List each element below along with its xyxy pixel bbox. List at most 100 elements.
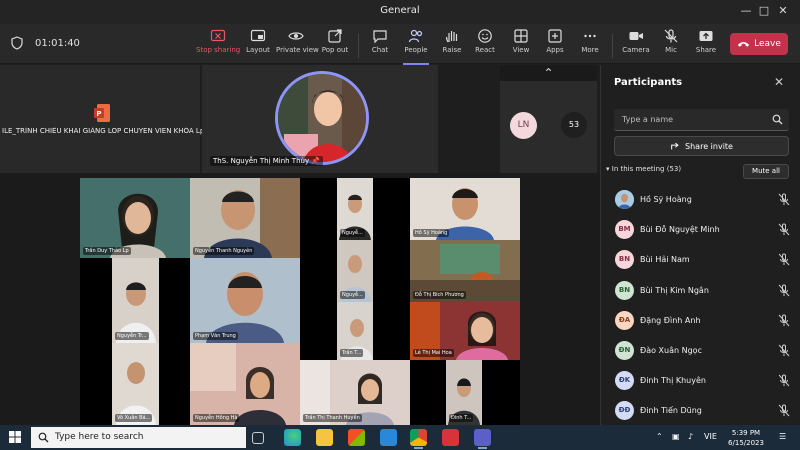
more-button[interactable]: More: [578, 28, 602, 62]
smile-icon: [478, 29, 492, 43]
participant-row[interactable]: BN Bùi Thị Kim Ngân: [601, 276, 800, 306]
speaker-name-label: ThS. Nguyễn Thị Minh Thùy 📌: [210, 156, 324, 166]
chrome-icon[interactable]: [410, 429, 427, 449]
video-tile[interactable]: Đỗ Thị Bích Phương: [410, 240, 520, 302]
video-tile[interactable]: Trần Duy Thảo Lp: [80, 178, 190, 258]
share-arrow-icon: [671, 142, 679, 150]
search-icon: [772, 114, 783, 125]
participant-row[interactable]: BM Bùi Đỗ Nguyệt Minh: [601, 215, 800, 245]
hang-up-icon: [738, 42, 750, 47]
store-icon[interactable]: [348, 429, 365, 446]
mute-all-button[interactable]: Mute all: [743, 164, 789, 179]
stop-sharing-button[interactable]: Stop sharing: [196, 28, 240, 62]
mic-off-icon[interactable]: [778, 193, 790, 206]
mic-off-icon[interactable]: [778, 223, 790, 236]
avatar: ĐA: [615, 310, 634, 330]
task-view-icon[interactable]: [252, 432, 264, 444]
video-tile[interactable]: Đinh T...: [446, 360, 482, 425]
grid-icon: [514, 29, 528, 43]
raise-hand-button[interactable]: Raise: [440, 28, 464, 62]
participant-row[interactable]: BN Bùi Hải Nam: [601, 245, 800, 275]
people-button[interactable]: People: [401, 28, 431, 65]
system-clock[interactable]: 5:39 PM 6/15/2023: [722, 428, 770, 448]
taskbar-search-input[interactable]: Type here to search: [31, 427, 246, 448]
chat-icon: [373, 30, 387, 44]
participant-row[interactable]: ĐN Đào Xuân Ngọc: [601, 336, 800, 366]
shared-content-tile[interactable]: P ILE_TRÌNH CHIẾU KHAI GIẢNG LOP CHUYEN …: [0, 65, 209, 173]
input-language[interactable]: VIE: [704, 432, 717, 441]
people-icon: [408, 29, 423, 43]
mic-off-icon[interactable]: [778, 253, 790, 266]
teams-icon[interactable]: [474, 429, 491, 449]
app-icon[interactable]: [442, 429, 459, 446]
title-bar: General — □ ✕: [0, 0, 800, 24]
participant-video: [190, 178, 300, 258]
participant-video: [112, 258, 159, 343]
maximize-icon[interactable]: □: [756, 3, 772, 19]
windows-start-icon[interactable]: [9, 431, 21, 443]
layout-icon: [250, 29, 266, 42]
video-tile[interactable]: Nguyễ...: [337, 240, 373, 302]
avatar[interactable]: LN: [510, 112, 537, 139]
overflow-tile: ⌃ LN 53: [500, 65, 597, 173]
video-tile[interactable]: Nguyễ...: [337, 178, 373, 240]
participant-search-input[interactable]: Type a name: [614, 109, 789, 131]
file-explorer-icon[interactable]: [316, 429, 333, 446]
video-tile[interactable]: Trần Thị Thanh Huyền: [300, 360, 410, 425]
mic-off-icon[interactable]: [778, 374, 790, 387]
mail-icon[interactable]: [380, 429, 397, 446]
close-window-icon[interactable]: ✕: [775, 3, 791, 19]
private-view-button[interactable]: Private view: [276, 28, 319, 62]
participant-row[interactable]: ĐĐ Đinh Tiến Dũng: [601, 396, 800, 426]
stop-share-icon: [210, 29, 226, 42]
active-speaker-tile[interactable]: ThS. Nguyễn Thị Minh Thùy 📌: [202, 65, 438, 173]
video-tile[interactable]: Trần T...: [337, 302, 373, 360]
leave-button[interactable]: Leave: [730, 33, 788, 55]
video-tile[interactable]: Nguyễn Hồng Hà: [190, 343, 300, 425]
pop-out-button[interactable]: Pop out: [320, 28, 350, 62]
more-icon: [584, 34, 596, 38]
share-invite-button[interactable]: Share invite: [614, 136, 789, 156]
toolbar-divider: [358, 34, 359, 58]
participant-video: [190, 258, 300, 343]
mic-button[interactable]: Mic: [659, 28, 683, 62]
participant-name: Đinh Tiến Dũng: [640, 406, 702, 416]
avatar: ĐĐ: [615, 401, 634, 421]
chevron-up-icon[interactable]: ⌃: [656, 432, 663, 441]
network-icon[interactable]: ▣: [672, 432, 680, 441]
mic-off-icon[interactable]: [778, 404, 790, 417]
share-button[interactable]: Share: [694, 28, 718, 62]
camera-button[interactable]: Camera: [622, 28, 650, 62]
mic-off-icon[interactable]: [778, 284, 790, 297]
video-tile[interactable]: Nguyễn Tr...: [112, 258, 159, 343]
video-tile[interactable]: Võ Xuân Bá...: [112, 343, 159, 425]
video-tile[interactable]: Hồ Sỹ Hoàng: [410, 178, 520, 240]
chat-button[interactable]: Chat: [368, 28, 392, 62]
notification-icon[interactable]: ☰: [779, 432, 786, 441]
participant-row[interactable]: ĐA Đặng Đình Anh: [601, 306, 800, 336]
video-tile[interactable]: Phạm Văn Trung: [190, 258, 300, 343]
react-button[interactable]: React: [473, 28, 497, 62]
participant-row[interactable]: Hồ Sỹ Hoàng: [601, 185, 800, 215]
minimize-icon[interactable]: —: [738, 3, 754, 19]
mic-off-icon[interactable]: [778, 314, 790, 327]
participant-name: Bùi Hải Nam: [640, 255, 690, 265]
layout-button[interactable]: Layout: [244, 28, 272, 62]
video-tile[interactable]: Nguyễn Thanh Nguyên: [190, 178, 300, 258]
participant-row[interactable]: ĐK Đinh Thị Khuyên: [601, 366, 800, 396]
close-icon[interactable]: ✕: [771, 74, 787, 90]
participant-name: Đào Xuân Ngọc: [640, 346, 702, 355]
apps-button[interactable]: Apps: [543, 28, 567, 62]
chevron-up-icon[interactable]: ⌃: [500, 65, 597, 81]
view-button[interactable]: View: [509, 28, 533, 62]
share-icon: [699, 31, 713, 41]
mic-off-icon[interactable]: [778, 344, 790, 357]
more-participants-count[interactable]: 53: [561, 112, 587, 138]
panel-title: Participants: [614, 77, 683, 88]
video-tile[interactable]: Lê Thị Mai Hoa: [410, 302, 520, 360]
volume-icon[interactable]: ♪: [688, 432, 693, 441]
in-meeting-section-header[interactable]: ▾ In this meeting (53): [606, 165, 681, 173]
avatar: ĐK: [615, 371, 634, 391]
participant-video: [80, 178, 190, 258]
edge-icon[interactable]: [284, 429, 301, 446]
